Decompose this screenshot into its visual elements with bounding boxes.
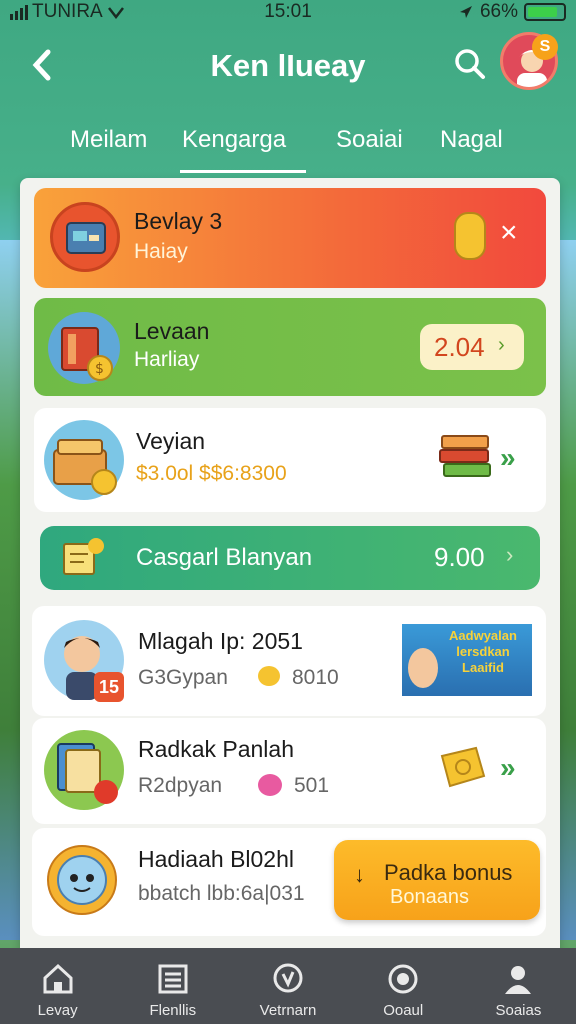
home-icon bbox=[43, 963, 73, 994]
carrier-label: TUNIRA bbox=[32, 1, 103, 22]
value-pill[interactable]: 2.04 › bbox=[420, 324, 524, 370]
coin-icon bbox=[258, 666, 280, 686]
quest-card-mlagah[interactable]: 15 Mlagah Ip: 2051 G3Gypan 8010 Aadwyala… bbox=[32, 606, 546, 716]
books-apple-icon bbox=[44, 730, 124, 810]
quest-card-casgarl[interactable]: Casgarl Blanyan 9.00 › bbox=[40, 526, 540, 590]
card-subtitle-b: 501 bbox=[294, 774, 330, 797]
reward-card-green[interactable]: $ Levaan Harliay 2.04 › bbox=[34, 298, 546, 396]
double-chevron-right-icon[interactable]: » bbox=[500, 752, 516, 784]
book-icon: $ bbox=[48, 312, 120, 384]
card-subtitle: Haiay bbox=[134, 240, 188, 263]
banner-text: Aadwyalan lersdkan Laaifid bbox=[449, 628, 517, 675]
level-badge: 15 bbox=[94, 672, 124, 702]
gear-icon bbox=[388, 964, 418, 994]
battery-percent: 66% bbox=[479, 1, 518, 22]
banner-character-icon bbox=[408, 648, 438, 688]
page-title: Ken lIueay bbox=[210, 48, 366, 83]
nav-label: Flenllis bbox=[149, 1002, 197, 1019]
list-icon bbox=[158, 964, 188, 994]
card-subtitle-a: R2dpyan bbox=[138, 774, 223, 797]
badge-icon bbox=[273, 963, 303, 993]
arrow-right-icon: › bbox=[506, 542, 514, 567]
nav-item-ooaul[interactable]: Ooaul bbox=[346, 948, 461, 1024]
value-text: 9.00 bbox=[434, 542, 485, 572]
card-title: Levaan bbox=[134, 318, 210, 344]
card-title: Veyian bbox=[136, 428, 206, 454]
treasure-box-icon bbox=[44, 420, 124, 500]
download-icon: ↓ bbox=[354, 862, 365, 887]
card-subtitle-b: 8010 bbox=[292, 666, 339, 689]
card-subtitle: bbatch lbb:6a|031 bbox=[138, 882, 305, 905]
app-header: Ken lIueay bbox=[0, 34, 576, 100]
user-icon bbox=[505, 966, 532, 994]
double-chevron-right-icon[interactable]: » bbox=[500, 442, 516, 474]
search-button[interactable] bbox=[452, 46, 488, 82]
nav-label: Levay bbox=[37, 1002, 78, 1019]
card-title: Radkak Panlah bbox=[138, 736, 294, 762]
card-title: Casgarl Blanyan bbox=[136, 544, 313, 571]
bonus-subtitle: Bonaans bbox=[390, 886, 469, 908]
coin-badge-icon bbox=[454, 212, 486, 260]
status-bar: TUNIRA 15:01 66% bbox=[0, 0, 576, 24]
nav-label: Soaias bbox=[495, 1002, 542, 1019]
card-subtitle: Harliay bbox=[134, 348, 200, 371]
tab-kengarga[interactable]: Kengarga bbox=[182, 126, 286, 154]
quest-card-radkak[interactable]: Radkak Panlah R2dpyan 501 » bbox=[32, 718, 546, 824]
location-icon bbox=[459, 6, 472, 18]
close-icon[interactable]: × bbox=[500, 218, 518, 248]
gem-icon bbox=[258, 774, 282, 796]
card-title: Bevlay 3 bbox=[134, 208, 223, 234]
bonus-title: Padka bonus bbox=[384, 860, 513, 885]
search-icon bbox=[455, 49, 485, 79]
card-subtitle-a: G3Gypan bbox=[138, 666, 228, 689]
value-text: 2.04 bbox=[434, 332, 485, 362]
tab-bar: Meilam Kengarga Soaiai Nagal bbox=[0, 112, 576, 172]
nav-label: Vetrnarn bbox=[259, 1002, 317, 1019]
arrow-right-icon: › bbox=[498, 334, 505, 356]
battery-icon bbox=[524, 3, 566, 21]
bottom-nav: Levay Flenllis Vetrnarn Ooaul Soaias bbox=[0, 948, 576, 1024]
reward-card-orange[interactable]: Bevlay 3 Haiay × bbox=[34, 188, 546, 288]
nav-item-soaias[interactable]: Soaias bbox=[461, 948, 576, 1024]
books-stack-icon bbox=[438, 430, 494, 482]
active-tab-indicator bbox=[180, 170, 306, 173]
signal-icon bbox=[10, 4, 28, 20]
svg-text:$: $ bbox=[95, 361, 104, 377]
reward-card-veyian[interactable]: Veyian $3.0ol $$6:8300 » bbox=[34, 408, 546, 512]
nav-label: Ooaul bbox=[383, 1002, 424, 1019]
card-title: Mlagah Ip: 2051 bbox=[138, 628, 303, 654]
bonus-button[interactable]: ↓ Padka bonus Bonaans bbox=[334, 840, 540, 920]
sun-face-icon bbox=[42, 840, 122, 920]
tab-meilam[interactable]: Meilam bbox=[70, 126, 147, 154]
nav-item-flenllis[interactable]: Flenllis bbox=[115, 948, 230, 1024]
promo-banner-image[interactable]: Aadwyalan lersdkan Laaifid bbox=[402, 624, 532, 696]
tab-soaiai[interactable]: Soaiai bbox=[336, 126, 403, 154]
nav-item-vetrnarn[interactable]: Vetrnarn bbox=[230, 948, 345, 1024]
ticket-icon bbox=[50, 202, 120, 272]
note-icon bbox=[62, 536, 106, 578]
card-title: Hadiaah Bl02hl bbox=[138, 846, 295, 872]
profile-badge: S bbox=[532, 34, 558, 60]
nav-item-levay[interactable]: Levay bbox=[0, 948, 115, 1024]
gold-ticket-icon bbox=[436, 742, 490, 796]
tab-nagal[interactable]: Nagal bbox=[440, 126, 503, 154]
wifi-icon bbox=[107, 7, 124, 19]
card-subtitle: $3.0ol $$6:8300 bbox=[136, 462, 287, 485]
